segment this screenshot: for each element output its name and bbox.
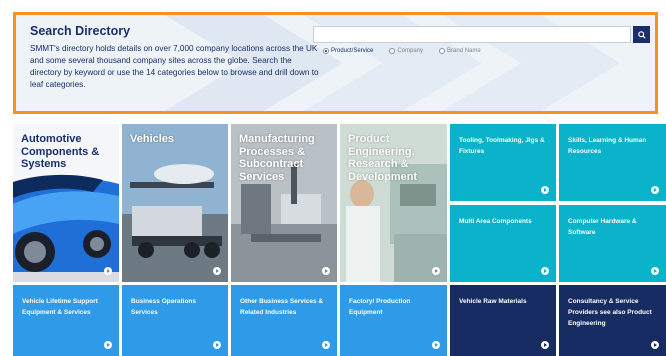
tile-computer[interactable]: Computer Hardware & Software [559,205,666,282]
arrow-right-icon [432,341,440,349]
radio-product-service[interactable]: Product/Service [323,48,373,54]
arrow-right-icon [541,267,549,275]
arrow-right-icon [541,186,549,194]
tile-label: Vehicle Lifetime Support Equipment & Ser… [22,298,98,316]
tile-other-business[interactable]: Other Business Services & Related Indust… [231,285,337,356]
arrow-right-icon [541,341,549,349]
arrow-right-icon [651,341,659,349]
tile-label: Consultancy & Service Providers see also… [568,298,652,327]
tile-manufacturing[interactable]: Manufacturing Processes & Subcontract Se… [231,124,337,282]
arrow-right-icon [432,267,440,275]
tile-label: Product Engineering, Research & Developm… [348,133,418,183]
tile-label: Business Operations Services [131,298,197,316]
tile-skills[interactable]: Skills, Learning & Human Resources [559,124,666,201]
tile-vehicles[interactable]: Vehicles [122,124,228,282]
tile-product-engineering[interactable]: Product Engineering, Research & Developm… [340,124,447,282]
tile-label: Tooling, Toolmaking, Jigs & Fixtures [459,137,545,155]
radio-button[interactable] [323,48,329,54]
vehicles-image [122,124,228,282]
search-input[interactable] [313,26,631,43]
radio-label: Company [397,48,424,54]
tile-label: Automotive Components & Systems [21,133,100,170]
arrow-right-icon [213,341,221,349]
arrow-right-icon [322,341,330,349]
tile-vehicle-lifetime[interactable]: Vehicle Lifetime Support Equipment & Ser… [13,285,119,356]
tile-label: Manufacturing Processes & Subcontract Se… [239,133,315,183]
tile-raw-materials[interactable]: Vehicle Raw Materials [450,285,556,356]
tile-consultancy[interactable]: Consultancy & Service Providers see also… [559,285,666,356]
search-panel: Search Directory SMMT's directory holds … [13,12,658,114]
radio-button[interactable] [389,48,396,54]
radio-company[interactable]: Company [389,48,423,54]
search-icon [637,26,646,44]
radio-button[interactable] [439,48,446,54]
tile-label: Vehicle Raw Materials [459,298,527,305]
arrow-right-icon [104,341,112,349]
search-button[interactable] [633,26,650,43]
arrow-right-icon [651,186,659,194]
tile-factory-production[interactable]: Factory/ Production Equipment [340,285,447,356]
arrow-right-icon [213,267,221,275]
tile-tooling[interactable]: Tooling, Toolmaking, Jigs & Fixtures [450,124,556,201]
tile-label: Vehicles [130,133,175,145]
arrow-right-icon [104,267,112,275]
radio-label: Brand Name [447,48,481,54]
tile-label: Factory/ Production Equipment [349,298,411,316]
radio-label: Product/Service [331,48,374,54]
arrow-right-icon [651,267,659,275]
search-type-options: Product/Service Company Brand Name [323,48,481,54]
tile-business-operations[interactable]: Business Operations Services [122,285,228,356]
radio-brand-name[interactable]: Brand Name [439,48,481,54]
tile-label: Computer Hardware & Software [568,218,637,236]
tile-label: Multi Area Components [459,218,532,225]
tile-label: Other Business Services & Related Indust… [240,298,324,316]
arrow-right-icon [322,267,330,275]
tile-multi-area[interactable]: Multi Area Components [450,205,556,282]
tile-automotive-components[interactable]: Automotive Components & Systems [13,124,119,282]
search-title: Search Directory [30,24,131,38]
search-description: SMMT's directory holds details on over 7… [30,44,319,89]
tile-label: Skills, Learning & Human Resources [568,137,647,155]
